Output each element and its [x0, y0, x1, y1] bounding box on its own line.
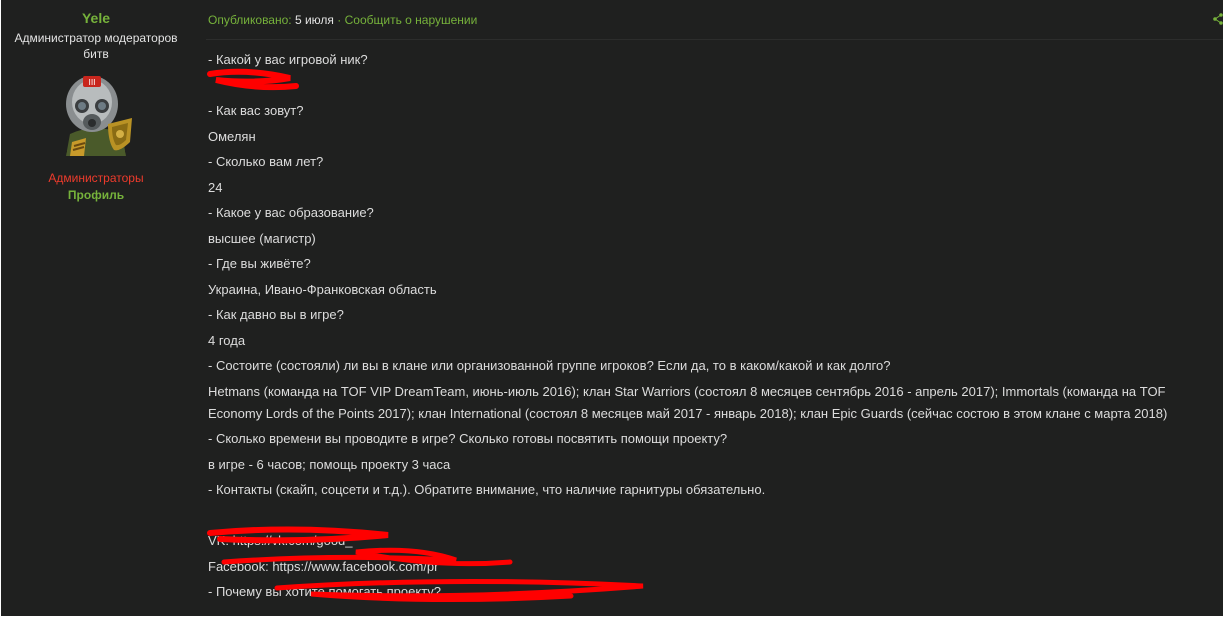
group-link[interactable]: Администраторы	[1, 171, 191, 185]
author-name[interactable]: Yele	[1, 10, 191, 26]
profile-link[interactable]: Профиль	[1, 188, 191, 202]
post-line: - Какой у вас игровой ник?	[208, 52, 368, 67]
post-header: Опубликовано: 5 июля · Сообщить о наруше…	[208, 13, 477, 27]
share-icon[interactable]	[1213, 13, 1223, 25]
post-line: - Сколько времени вы проводите в игре? С…	[208, 431, 728, 446]
report-link[interactable]: Сообщить о нарушении	[345, 13, 478, 27]
post-line: 24	[208, 179, 223, 195]
post-line: - Контакты (скайп, соцсети и т.д.). Обра…	[208, 482, 766, 497]
header-divider	[206, 39, 1223, 40]
post-line: - Как вас зовут?	[208, 103, 304, 118]
redaction-scribble	[207, 68, 299, 91]
post-line-redacted	[208, 75, 1208, 97]
post-date[interactable]: 5 июля	[295, 13, 334, 27]
post-body: - Какой у вас игровой ник? - Как вас зов…	[208, 49, 1208, 607]
post-line-redacted	[208, 505, 1208, 527]
post-line: в игре - 6 часов; помощь проекту 3 часа	[208, 456, 451, 472]
separator: ·	[337, 13, 342, 27]
author-title: Администратор модераторов битв	[14, 31, 178, 61]
redaction-scribble	[274, 578, 644, 603]
post-line: Hetmans (команда на TOF VIP DreamTeam, и…	[208, 383, 1168, 421]
post-line: 4 года	[208, 332, 246, 348]
post-line: - Как давно вы в игре?	[208, 307, 344, 322]
soldier-avatar-icon[interactable]: III	[56, 72, 136, 156]
post-line: Украина, Ивано-Франковская область	[208, 281, 437, 297]
post-line: - Сколько вам лет?	[208, 154, 324, 169]
svg-text:III: III	[88, 78, 95, 87]
post-line: - Какое у вас образование?	[208, 205, 374, 220]
author-panel: Yele Администратор модераторов битв III …	[1, 0, 191, 202]
published-label: Опубликовано:	[208, 13, 292, 27]
post-line: - Состоите (состояли) ли вы в клане или …	[208, 358, 891, 373]
post-line: высшее (магистр)	[208, 230, 316, 246]
forum-post: Yele Администратор модераторов битв III …	[1, 0, 1223, 616]
post-line: - Где вы живёте?	[208, 256, 311, 271]
post-line: Омелян	[208, 128, 256, 144]
